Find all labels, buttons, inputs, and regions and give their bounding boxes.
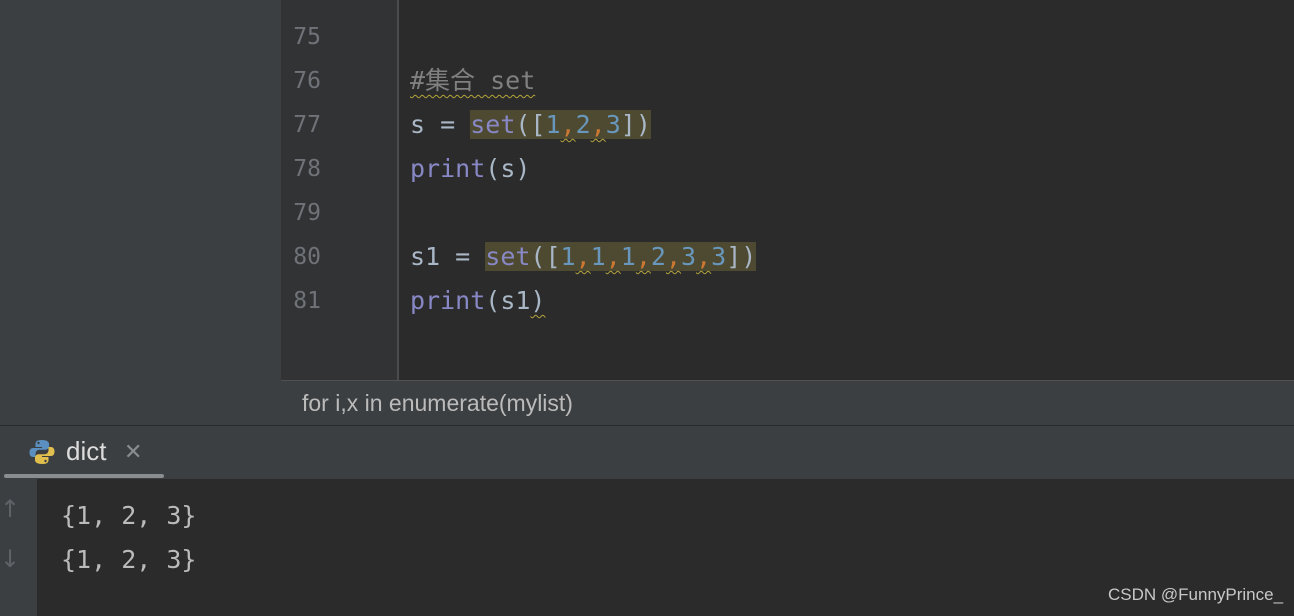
assignment: s1 =: [410, 242, 486, 271]
comma: ,: [635, 242, 651, 271]
open-bracket: ([: [515, 110, 546, 139]
line-number: 76: [293, 68, 321, 94]
breadcrumb-text: for i,x in enumerate(mylist): [302, 390, 573, 416]
comma: ,: [575, 242, 591, 271]
number: 2: [575, 110, 591, 139]
function-name: print: [410, 286, 486, 315]
run-tab-dict[interactable]: dict ✕: [0, 426, 165, 480]
project-panel: [0, 0, 281, 425]
number: 3: [605, 110, 621, 139]
breadcrumb[interactable]: for i,x in enumerate(mylist): [281, 380, 1294, 425]
close-paren: ): [530, 286, 546, 315]
number: 1: [560, 242, 576, 271]
run-toolbar: ↑ ↓: [0, 479, 37, 616]
watermark: CSDN @FunnyPrince_: [1108, 585, 1284, 604]
arrow-down-icon[interactable]: ↓: [0, 545, 20, 573]
number: 1: [590, 242, 606, 271]
close-icon[interactable]: ✕: [124, 440, 142, 465]
active-tab-indicator: [4, 474, 164, 478]
comma: ,: [590, 110, 606, 139]
code-line-77[interactable]: s = set([1,2,3]): [410, 110, 651, 140]
code-line-80[interactable]: s1 = set([1,1,1,2,3,3]): [410, 242, 757, 272]
comma: ,: [696, 242, 712, 271]
line-number: 77: [293, 112, 321, 138]
code-line-81[interactable]: print(s1): [410, 286, 545, 316]
line-number-gutter: 75 76 77 78 79 80 81: [281, 0, 398, 380]
arrow-up-icon[interactable]: ↑: [0, 495, 20, 523]
number: 1: [545, 110, 561, 139]
line-number: 78: [293, 156, 321, 182]
console-output[interactable]: {1, 2, 3} {1, 2, 3}: [37, 479, 1294, 616]
line-number: 75: [293, 24, 321, 50]
number: 2: [650, 242, 666, 271]
gutter-divider: [397, 0, 399, 380]
comma: ,: [665, 242, 682, 271]
run-tool-window-header: dict ✕: [0, 425, 1294, 479]
console-line: {1, 2, 3}: [61, 545, 197, 574]
code-line-76[interactable]: #集合 set: [410, 66, 535, 96]
comma: ,: [605, 242, 621, 271]
number: 1: [620, 242, 636, 271]
call-args: (s1: [485, 286, 531, 315]
close-bracket: ]): [726, 242, 757, 271]
set-call-highlight: set([1,2,3]): [470, 110, 651, 139]
python-icon: [29, 440, 55, 464]
set-call-highlight: set([1,1,1,2,3,3]): [485, 242, 757, 271]
call-args: (s): [485, 154, 531, 183]
function-name: set: [485, 242, 531, 271]
line-number: 79: [293, 200, 321, 226]
function-name: print: [410, 154, 486, 183]
comma: ,: [560, 110, 576, 139]
assignment: s =: [410, 110, 471, 139]
line-number: 80: [293, 244, 321, 270]
run-tab-label: dict: [66, 436, 107, 466]
code-line-78[interactable]: print(s): [410, 154, 530, 184]
console-line: {1, 2, 3}: [61, 501, 197, 530]
comment-text: #集合 set: [410, 66, 536, 95]
number: 3: [711, 242, 727, 271]
open-bracket: ([: [530, 242, 561, 271]
code-editor[interactable]: 75 76 77 78 79 80 81 #集合 set s = set([1,…: [281, 0, 1294, 380]
close-bracket: ]): [620, 110, 651, 139]
number: 3: [681, 242, 697, 271]
function-name: set: [470, 110, 516, 139]
line-number: 81: [293, 288, 321, 314]
